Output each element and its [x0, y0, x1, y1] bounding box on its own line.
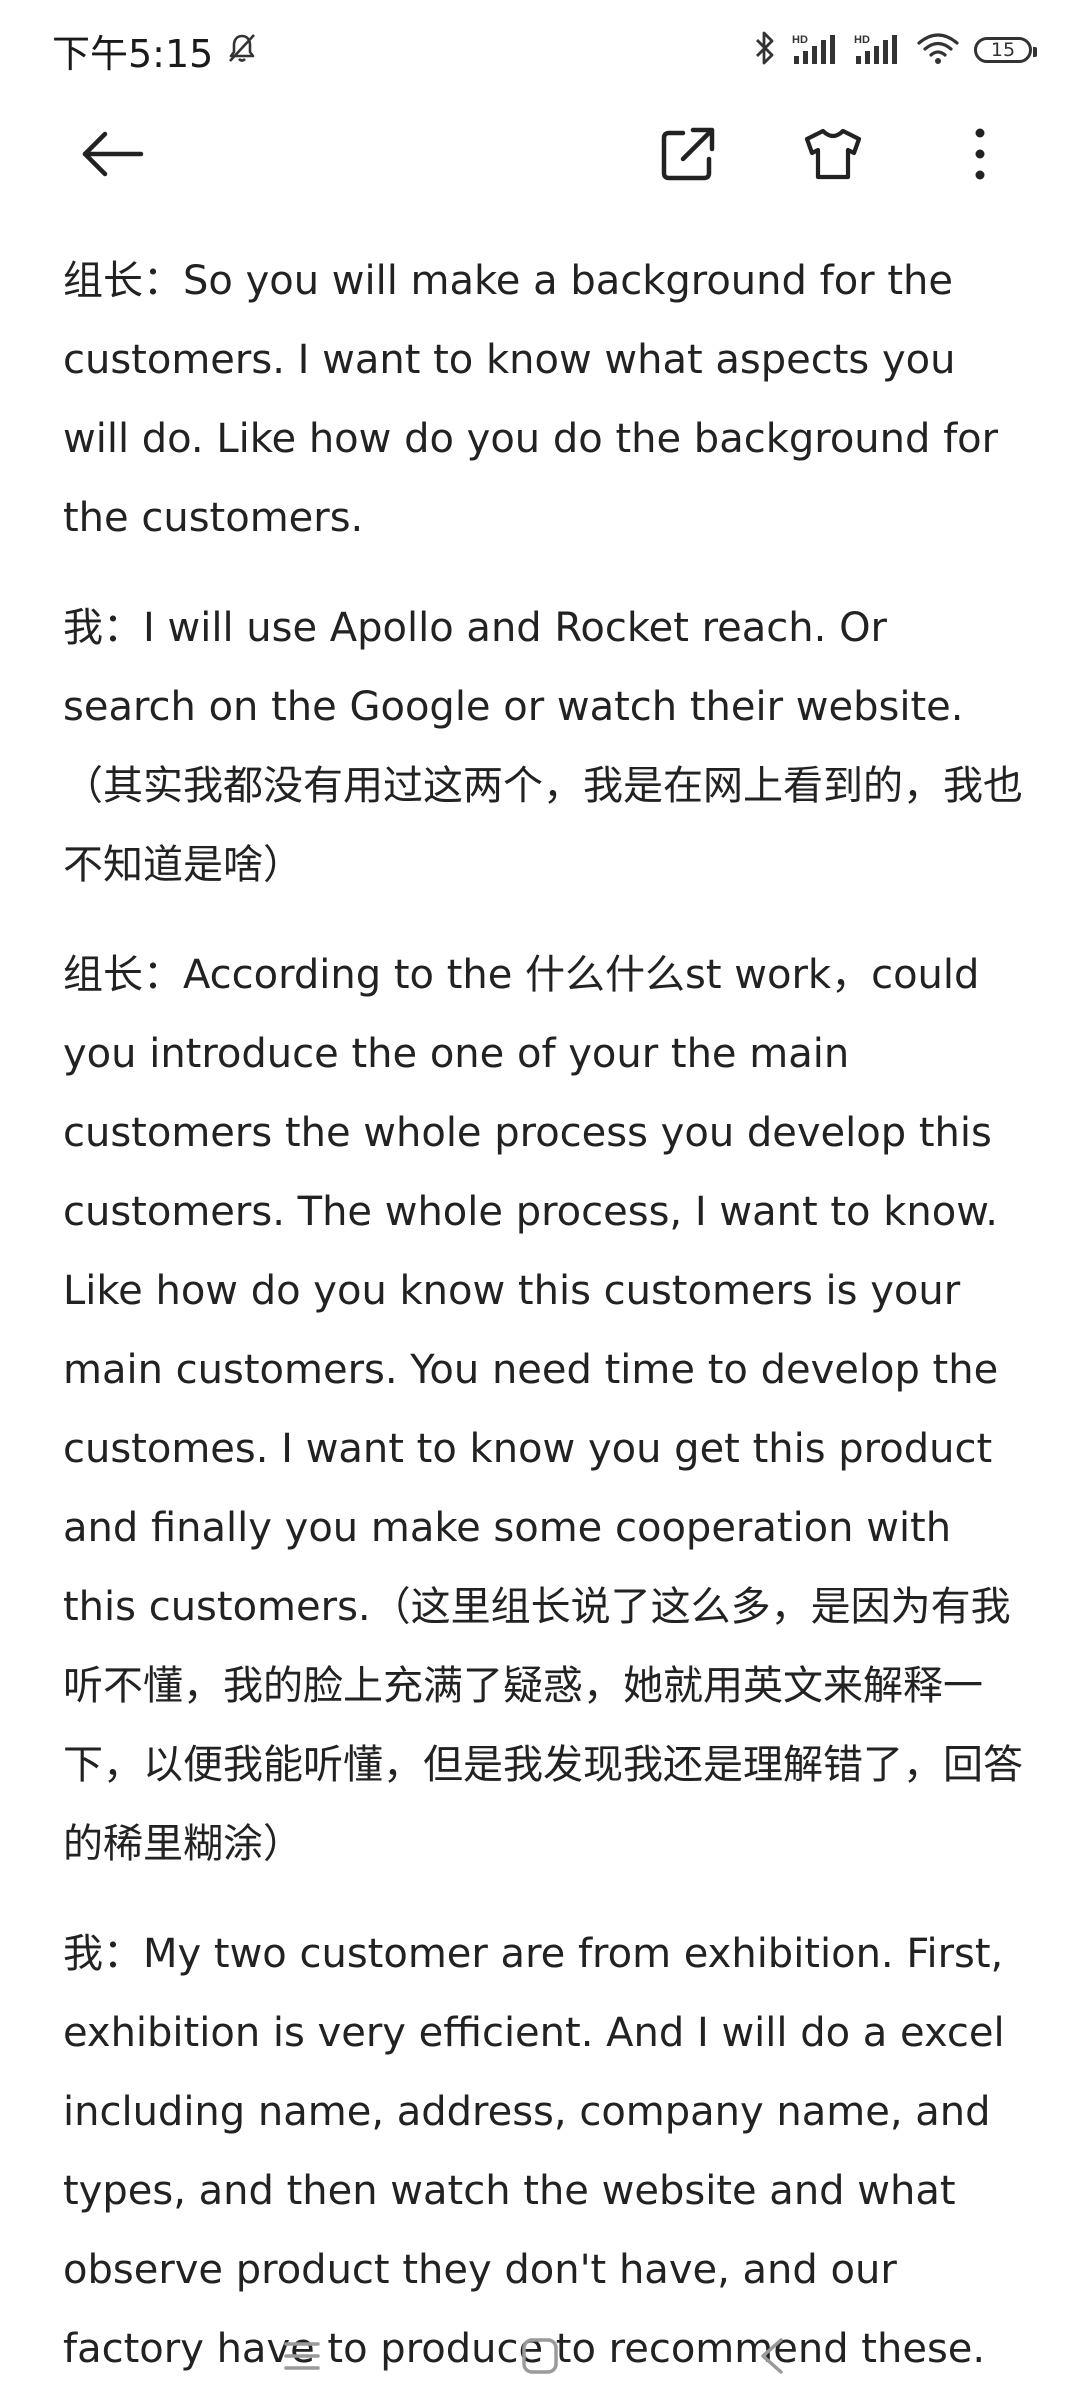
paragraph: 我：I will use Apollo and Rocket reach. Or…	[63, 605, 1023, 888]
toolbar	[0, 100, 1080, 212]
back-button[interactable]	[56, 100, 168, 212]
status-time: 下午5:15	[52, 31, 214, 76]
battery-icon: 15	[974, 37, 1037, 63]
more-options-button[interactable]	[924, 100, 1036, 212]
menu-lines-icon	[282, 2338, 322, 2378]
mute-bell-icon	[225, 31, 259, 69]
nav-back-button[interactable]	[738, 2328, 808, 2388]
nav-recents-button[interactable]	[267, 2328, 337, 2388]
back-arrow-icon	[79, 129, 145, 183]
bluetooth-icon	[752, 30, 778, 70]
svg-text:HD: HD	[854, 34, 870, 46]
battery-level: 15	[990, 39, 1016, 61]
back-chevron-icon	[753, 2336, 793, 2380]
nav-home-button[interactable]	[505, 2328, 575, 2388]
status-left: 下午5:15	[52, 23, 259, 78]
theme-button[interactable]	[777, 100, 889, 212]
more-vertical-icon	[974, 126, 986, 186]
note-content[interactable]: 组长：So you will make a background for the…	[63, 242, 1023, 2400]
share-external-icon	[659, 125, 717, 187]
paragraph: 组长：According to the 什么什么st work，could yo…	[63, 952, 1023, 1867]
signal-hd-icon: HD	[854, 32, 902, 68]
home-square-icon	[520, 2336, 560, 2380]
status-bar: 下午5:15 HD HD 15	[0, 0, 1080, 100]
wifi-icon	[916, 30, 960, 70]
paragraph: 组长：So you will make a background for the…	[63, 258, 999, 541]
signal-hd-icon: HD	[792, 32, 840, 68]
screen: 下午5:15 HD HD 15 组长：So you will make a ba…	[0, 0, 1080, 2400]
status-right: HD HD 15	[752, 30, 1037, 70]
tshirt-theme-icon	[802, 125, 864, 187]
share-button[interactable]	[632, 100, 744, 212]
paragraph: 我：My two customer are from exhibition. F…	[63, 1931, 1005, 2372]
svg-text:HD: HD	[792, 34, 808, 46]
